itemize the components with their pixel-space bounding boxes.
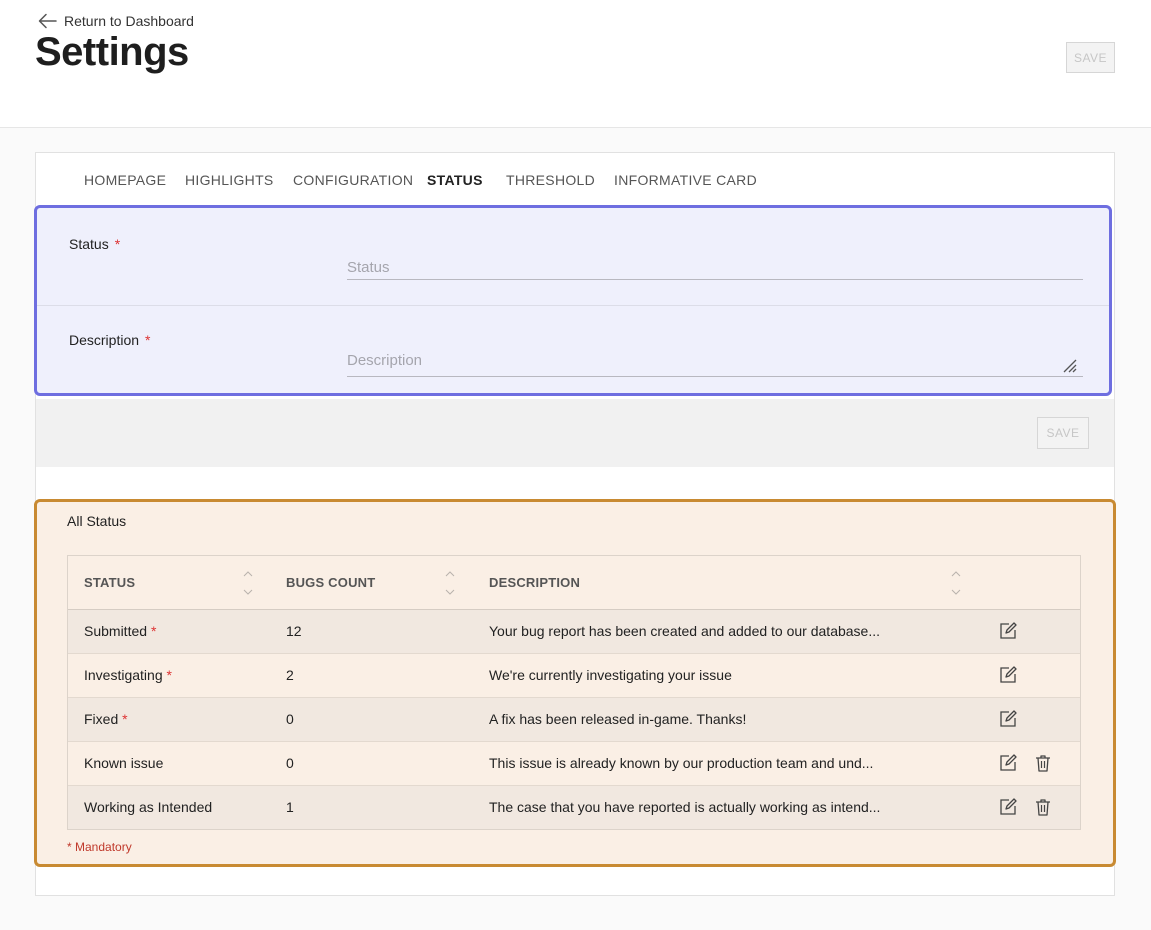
status-field-row: Status *: [37, 208, 1109, 306]
edit-icon[interactable]: [998, 709, 1018, 729]
form-save-button[interactable]: SAVE: [1037, 417, 1089, 449]
tab-threshold[interactable]: THRESHOLD: [506, 172, 595, 188]
bugs-count-cell: 1: [286, 799, 294, 815]
all-status-section: All Status STATUS BUGS COUNT DESCRIPTION…: [34, 499, 1116, 867]
status-input[interactable]: [347, 255, 1083, 280]
bugs-count-cell: 12: [286, 623, 302, 639]
description-cell: Your bug report has been created and add…: [489, 623, 881, 639]
resize-handle-icon[interactable]: [1061, 357, 1077, 373]
status-name: Submitted: [84, 623, 148, 639]
return-to-dashboard-label: Return to Dashboard: [64, 13, 194, 29]
status-cell: Known issue: [84, 755, 163, 771]
tab-homepage[interactable]: HOMEPAGE: [84, 172, 166, 188]
status-cell: Submitted *: [84, 623, 156, 639]
status-name: Working as Intended: [84, 799, 213, 815]
sort-icon[interactable]: [445, 570, 455, 596]
tab-configuration[interactable]: CONFIGURATION: [293, 172, 413, 188]
return-to-dashboard-link[interactable]: Return to Dashboard: [38, 10, 194, 32]
page-title: Settings: [35, 30, 189, 74]
table-row: Known issue 0 This issue is already know…: [68, 742, 1080, 786]
column-header-status[interactable]: STATUS: [84, 575, 135, 590]
bugs-count-cell: 0: [286, 755, 294, 771]
table-row: Investigating * 2 We're currently invest…: [68, 654, 1080, 698]
description-cell: A fix has been released in-game. Thanks!: [489, 711, 747, 727]
status-table: STATUS BUGS COUNT DESCRIPTION Submitted …: [67, 555, 1081, 830]
bugs-count-cell: 0: [286, 711, 294, 727]
description-label-text: Description: [69, 332, 140, 348]
trash-icon[interactable]: [1033, 797, 1053, 817]
mandatory-marker: *: [150, 623, 157, 639]
description-input[interactable]: [347, 352, 1083, 377]
tab-informative-card[interactable]: INFORMATIVE CARD: [614, 172, 757, 188]
mandatory-marker: *: [166, 667, 172, 683]
all-status-title: All Status: [67, 513, 127, 529]
trash-icon[interactable]: [1033, 753, 1053, 773]
status-field-label: Status *: [69, 236, 120, 252]
tab-status[interactable]: STATUS: [427, 172, 483, 188]
status-name: Fixed: [84, 711, 119, 727]
table-row: Fixed * 0 A fix has been released in-gam…: [68, 698, 1080, 742]
edit-icon[interactable]: [998, 797, 1018, 817]
description-field-label: Description *: [69, 332, 150, 348]
column-header-bugs-count[interactable]: BUGS COUNT: [286, 575, 375, 590]
page-save-button[interactable]: SAVE: [1066, 42, 1115, 73]
sort-icon[interactable]: [243, 570, 253, 596]
form-save-bar: SAVE: [36, 399, 1114, 467]
status-table-header: STATUS BUGS COUNT DESCRIPTION: [68, 556, 1080, 610]
required-marker: *: [145, 332, 151, 348]
edit-icon[interactable]: [998, 665, 1018, 685]
table-row: Submitted * 12 Your bug report has been …: [68, 610, 1080, 654]
table-row: Working as Intended 1 The case that you …: [68, 786, 1080, 829]
description-cell: This issue is already known by our produ…: [489, 755, 874, 771]
status-name: Known issue: [84, 755, 164, 771]
status-cell: Investigating *: [84, 667, 172, 683]
status-form: Status * Description *: [34, 205, 1112, 396]
description-field-row: Description *: [37, 305, 1109, 396]
mandatory-footnote: * Mandatory: [67, 840, 132, 854]
arrow-left-icon: [38, 13, 57, 29]
mandatory-marker: *: [122, 711, 128, 727]
bugs-count-cell: 2: [286, 667, 294, 683]
edit-icon[interactable]: [998, 621, 1018, 641]
tab-highlights[interactable]: HIGHLIGHTS: [185, 172, 274, 188]
sort-icon[interactable]: [951, 570, 961, 596]
status-label-text: Status: [69, 236, 109, 252]
description-cell: We're currently investigating your issue: [489, 667, 732, 683]
settings-card: HOMEPAGE HIGHLIGHTS CONFIGURATION STATUS…: [34, 152, 1116, 896]
required-marker: *: [114, 236, 121, 252]
column-header-description[interactable]: DESCRIPTION: [489, 575, 580, 590]
status-cell: Fixed *: [84, 711, 128, 727]
status-cell: Working as Intended: [84, 799, 212, 815]
page-header: Return to Dashboard Settings SAVE: [0, 0, 1151, 128]
status-name: Investigating: [84, 667, 163, 683]
description-cell: The case that you have reported is actua…: [489, 799, 881, 815]
settings-tabs: HOMEPAGE HIGHLIGHTS CONFIGURATION STATUS…: [36, 153, 1114, 205]
edit-icon[interactable]: [998, 753, 1018, 773]
